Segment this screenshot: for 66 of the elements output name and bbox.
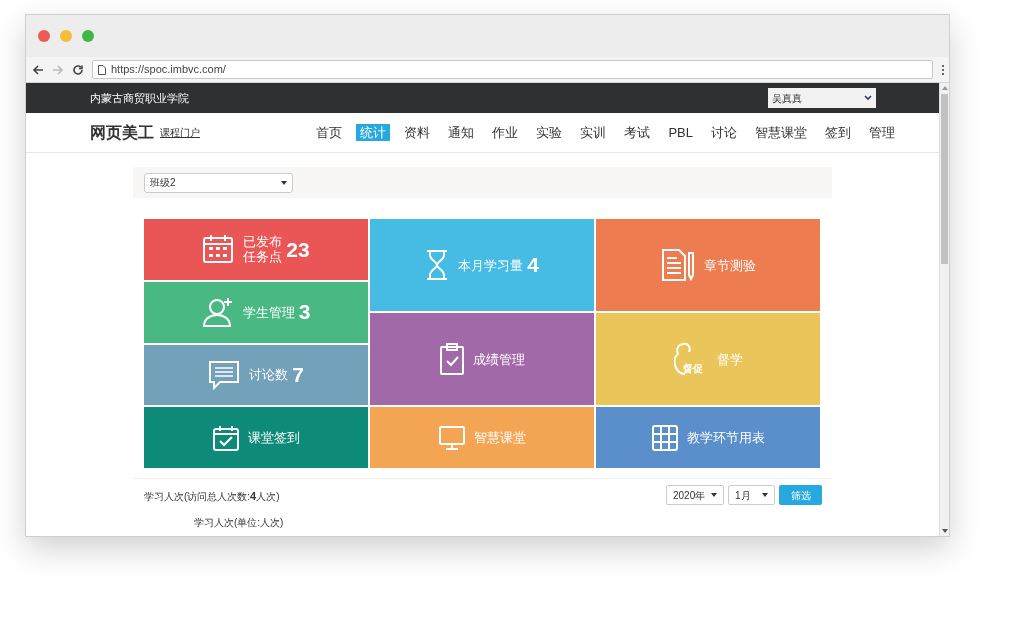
nav-tab[interactable]: 讨论 [707, 124, 741, 141]
nav-tab[interactable]: 签到 [821, 124, 855, 141]
user-plus-icon [201, 297, 234, 328]
forward-icon[interactable] [52, 63, 64, 76]
nav-tab[interactable]: 作业 [488, 124, 523, 141]
tile-label: 课堂签到 [247, 430, 300, 446]
url-text: https://spoc.imbvc.com/ [111, 62, 226, 78]
icon-caption: 督促 [682, 364, 703, 375]
maximize-window-icon[interactable] [82, 30, 94, 42]
tile-label: 已发布 [243, 234, 283, 250]
dashboard-tile[interactable]: 课堂签到 [144, 407, 368, 469]
dashboard-tile[interactable]: 成绩管理 [370, 313, 594, 406]
person-outline-icon [673, 342, 692, 377]
calendar-check-icon [212, 424, 239, 451]
course-title: 网页美工 [90, 122, 154, 143]
caret-icon [281, 180, 287, 185]
user-select[interactable]: 吴真真 [768, 88, 876, 108]
close-window-icon[interactable] [38, 30, 50, 42]
tile-label: 成绩管理 [472, 351, 525, 367]
minimize-window-icon[interactable] [60, 30, 72, 42]
tile-label: 本月学习量 [458, 257, 524, 273]
table-icon [651, 424, 678, 451]
month-select[interactable]: 1月 [728, 485, 775, 506]
tile-count: 23 [286, 236, 310, 263]
chart-title: 学习人次(单位:人次) [194, 517, 284, 529]
nav-tab[interactable]: 实训 [576, 124, 611, 141]
tile-label: 学生管理 [242, 304, 295, 320]
caret-icon [711, 493, 717, 498]
scroll-up-icon[interactable] [941, 85, 948, 91]
reload-icon[interactable] [72, 63, 84, 76]
tile-label: 章节测验 [703, 257, 756, 273]
stats-caption: 学习人次(访问总人次数:4人次) [144, 489, 280, 505]
address-bar[interactable]: https://spoc.imbvc.com/ [92, 60, 933, 79]
page-icon [98, 64, 106, 75]
more-icon[interactable] [941, 63, 945, 76]
year-select[interactable]: 2020年 [666, 485, 724, 506]
nav-tab[interactable]: 通知 [444, 124, 479, 141]
speech-bubble-icon [208, 359, 241, 390]
tile-count: 3 [298, 299, 311, 326]
tile-label: 督学 [716, 351, 743, 367]
tile-label: 讨论数 [249, 367, 289, 383]
school-name: 内蒙古商贸职业学院 [90, 90, 189, 106]
document-pen-icon [660, 249, 695, 282]
hourglass-icon [425, 249, 450, 282]
tile-label: 任务点 [243, 249, 283, 265]
caret-icon [762, 493, 768, 498]
scroll-down-icon[interactable] [941, 528, 948, 534]
nav-tab[interactable]: 管理 [865, 124, 899, 141]
calendar-icon [202, 234, 235, 265]
class-select[interactable]: 班级2 [144, 172, 293, 193]
tile-label: 教学环节用表 [686, 430, 765, 446]
back-icon[interactable] [32, 63, 44, 76]
tile-label: 智慧课堂 [473, 430, 526, 446]
tile-count: 7 [292, 362, 304, 389]
nav-tab[interactable]: PBL [664, 124, 697, 141]
nav-tab[interactable]: 考试 [620, 124, 655, 141]
monitor-icon [438, 424, 465, 451]
portal-link[interactable]: 课程门户 [160, 125, 200, 140]
chevron-down-icon [864, 95, 872, 101]
scrollbar-thumb[interactable] [941, 94, 948, 264]
nav-tab[interactable]: 智慧课堂 [751, 124, 811, 141]
nav-tab[interactable]: 首页 [312, 124, 347, 141]
tile-count: 4 [527, 252, 539, 279]
nav-tab[interactable]: 资料 [400, 124, 435, 141]
nav-tab[interactable]: 实验 [532, 124, 567, 141]
clipboard-check-icon [439, 343, 464, 376]
